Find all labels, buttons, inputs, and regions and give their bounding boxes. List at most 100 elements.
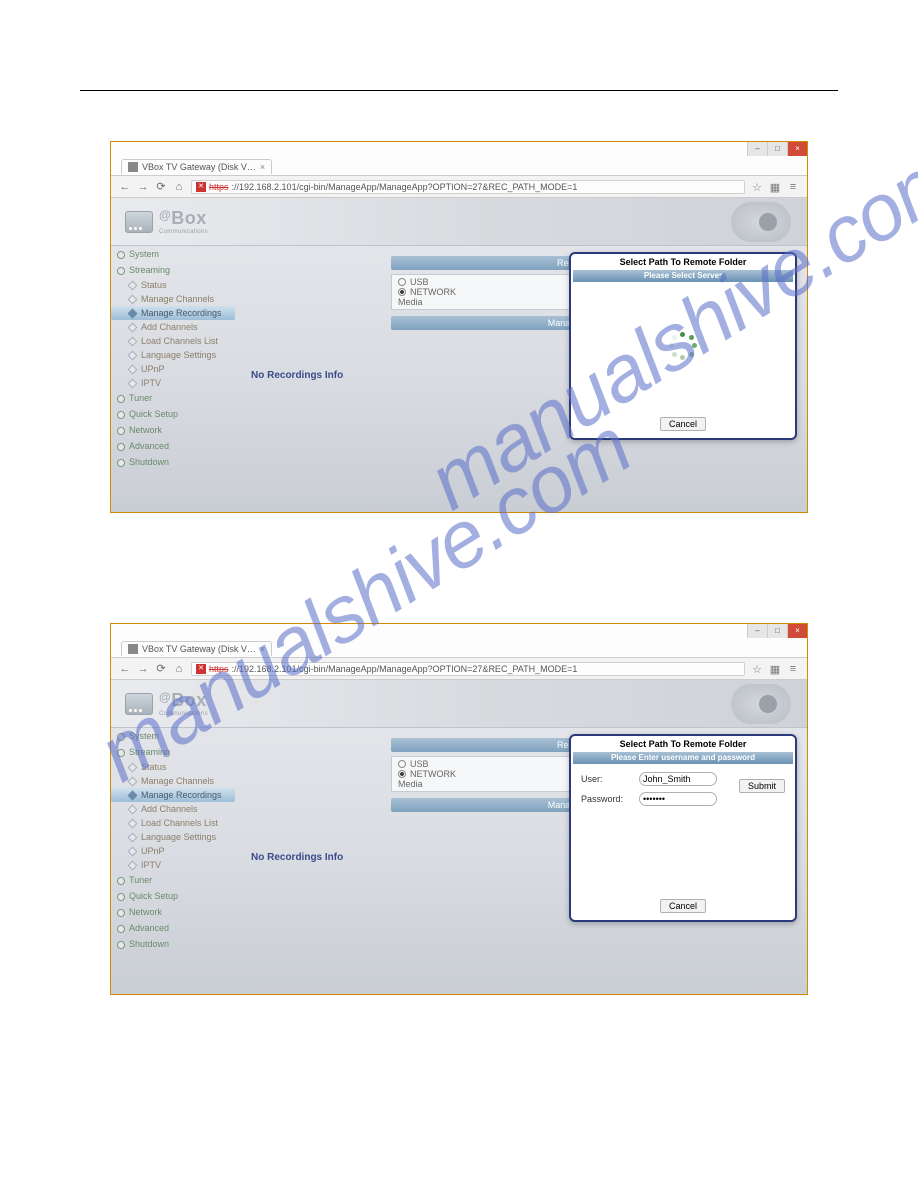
nav-manage-recordings[interactable]: Manage Recordings [111, 306, 235, 320]
back-button[interactable]: ← [119, 181, 131, 193]
remote-graphic [731, 202, 791, 242]
user-input[interactable] [639, 772, 717, 786]
home-button[interactable]: ⌂ [173, 181, 185, 193]
home-button[interactable]: ⌂ [173, 663, 185, 675]
ssl-warn-icon: ✕ [196, 182, 206, 192]
nav-iptv[interactable]: IPTV [111, 858, 239, 872]
nav-streaming[interactable]: Streaming [111, 262, 239, 278]
nav-manage-channels[interactable]: Manage Channels [111, 774, 239, 788]
tab-close-icon[interactable]: × [260, 162, 265, 172]
nav-iptv[interactable]: IPTV [111, 376, 239, 390]
loading-spinner-icon [669, 332, 697, 360]
window-close-button[interactable]: × [787, 142, 807, 156]
back-button[interactable]: ← [119, 663, 131, 675]
nav-shutdown[interactable]: Shutdown [111, 936, 239, 952]
nav-tuner[interactable]: Tuner [111, 390, 239, 406]
url-scheme: https [209, 182, 229, 192]
nav-upnp[interactable]: UPnP [111, 844, 239, 858]
modal-instruction-bar: Please Select Server [573, 270, 793, 282]
logo-mark-icon [125, 211, 153, 233]
nav-network[interactable]: Network [111, 422, 239, 438]
nav-language-settings[interactable]: Language Settings [111, 830, 239, 844]
reload-button[interactable]: ⟳ [155, 181, 167, 193]
url-scheme: https [209, 664, 229, 674]
extension-icon[interactable]: ▦ [769, 181, 781, 193]
cancel-button[interactable]: Cancel [660, 417, 706, 431]
nav-add-channels[interactable]: Add Channels [111, 802, 239, 816]
label-network: NETWORK [410, 287, 456, 297]
nav-advanced[interactable]: Advanced [111, 920, 239, 936]
radio-usb[interactable] [398, 760, 406, 768]
ssl-warn-icon: ✕ [196, 664, 206, 674]
modal-title: Select Path To Remote Folder [571, 254, 795, 270]
nav-manage-recordings[interactable]: Manage Recordings [111, 788, 235, 802]
address-bar: ← → ⟳ ⌂ ✕ https ://192.168.2.101/cgi-bin… [111, 658, 807, 680]
reload-button[interactable]: ⟳ [155, 663, 167, 675]
header-banner: @Box Communications [111, 198, 807, 246]
window-minimize-button[interactable]: – [747, 142, 767, 156]
header-banner: @Box Communications [111, 680, 807, 728]
bookmark-icon[interactable]: ☆ [751, 663, 763, 675]
window-close-button[interactable]: × [787, 624, 807, 638]
sidebar: System Streaming Status Manage Channels … [111, 728, 239, 994]
extension-icon[interactable]: ▦ [769, 663, 781, 675]
logo: @Box Communications [125, 208, 208, 235]
bookmark-icon[interactable]: ☆ [751, 181, 763, 193]
forward-button[interactable]: → [137, 181, 149, 193]
favicon-icon [128, 644, 138, 654]
label-usb: USB [410, 759, 429, 769]
modal-instruction-bar: Please Enter username and password [573, 752, 793, 764]
label-usb: USB [410, 277, 429, 287]
nav-load-channels-list[interactable]: Load Channels List [111, 334, 239, 348]
page-viewport: @Box Communications System Streaming Sta… [111, 198, 807, 512]
radio-network[interactable] [398, 770, 406, 778]
url-text: ://192.168.2.101/cgi-bin/ManageApp/Manag… [232, 182, 578, 192]
logo: @Box Communications [125, 690, 208, 717]
nav-system[interactable]: System [111, 246, 239, 262]
logo-subtitle: Communications [159, 229, 208, 235]
nav-upnp[interactable]: UPnP [111, 362, 239, 376]
radio-usb[interactable] [398, 278, 406, 286]
nav-system[interactable]: System [111, 728, 239, 744]
tab-title: VBox TV Gateway (Disk V… [142, 644, 256, 654]
nav-quick-setup[interactable]: Quick Setup [111, 888, 239, 904]
nav-shutdown[interactable]: Shutdown [111, 454, 239, 470]
window-maximize-button[interactable]: □ [767, 142, 787, 156]
window-maximize-button[interactable]: □ [767, 624, 787, 638]
select-server-modal: Select Path To Remote Folder Please Sele… [569, 252, 797, 440]
title-bar: – □ × VBox TV Gateway (Disk V… × [111, 624, 807, 658]
nav-advanced[interactable]: Advanced [111, 438, 239, 454]
title-bar: – □ × VBox TV Gateway (Disk V… × [111, 142, 807, 176]
nav-tuner[interactable]: Tuner [111, 872, 239, 888]
sidebar: System Streaming Status Manage Channels … [111, 246, 239, 512]
url-field[interactable]: ✕ https ://192.168.2.101/cgi-bin/ManageA… [191, 662, 745, 676]
password-input[interactable] [639, 792, 717, 806]
page-viewport: @Box Communications System Streaming Sta… [111, 680, 807, 994]
tab-close-icon[interactable]: × [260, 644, 265, 654]
browser-tab[interactable]: VBox TV Gateway (Disk V… × [121, 641, 272, 656]
browser-tab[interactable]: VBox TV Gateway (Disk V… × [121, 159, 272, 174]
nav-manage-channels[interactable]: Manage Channels [111, 292, 239, 306]
screenshot-loading: – □ × VBox TV Gateway (Disk V… × ← → ⟳ ⌂… [110, 141, 808, 513]
cancel-button[interactable]: Cancel [660, 899, 706, 913]
credentials-modal: Select Path To Remote Folder Please Ente… [569, 734, 797, 922]
menu-icon[interactable]: ≡ [787, 663, 799, 675]
url-field[interactable]: ✕ https ://192.168.2.101/cgi-bin/ManageA… [191, 180, 745, 194]
nav-language-settings[interactable]: Language Settings [111, 348, 239, 362]
forward-button[interactable]: → [137, 663, 149, 675]
window-minimize-button[interactable]: – [747, 624, 767, 638]
nav-load-channels-list[interactable]: Load Channels List [111, 816, 239, 830]
label-network: NETWORK [410, 769, 456, 779]
radio-network[interactable] [398, 288, 406, 296]
modal-title: Select Path To Remote Folder [571, 736, 795, 752]
logo-subtitle: Communications [159, 711, 208, 717]
nav-add-channels[interactable]: Add Channels [111, 320, 239, 334]
nav-status[interactable]: Status [111, 278, 239, 292]
address-bar: ← → ⟳ ⌂ ✕ https ://192.168.2.101/cgi-bin… [111, 176, 807, 198]
nav-status[interactable]: Status [111, 760, 239, 774]
nav-quick-setup[interactable]: Quick Setup [111, 406, 239, 422]
nav-network[interactable]: Network [111, 904, 239, 920]
submit-button[interactable]: Submit [739, 779, 785, 793]
nav-streaming[interactable]: Streaming [111, 744, 239, 760]
menu-icon[interactable]: ≡ [787, 181, 799, 193]
